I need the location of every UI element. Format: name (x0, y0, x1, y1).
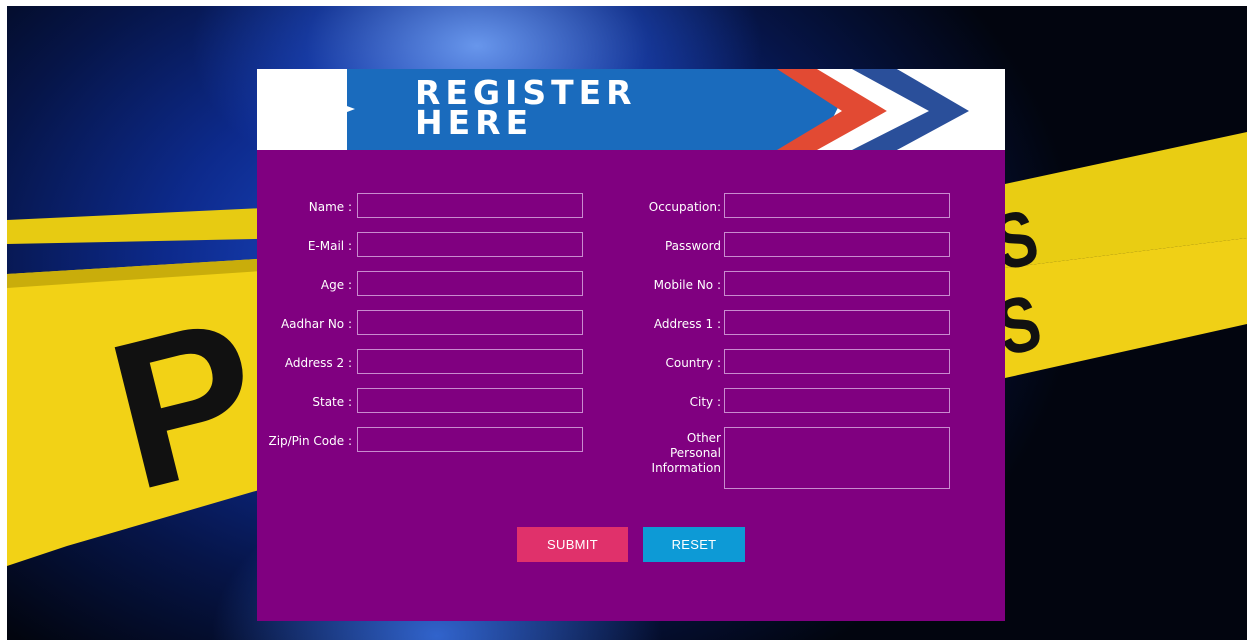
registration-card: REGISTER HERE Name : E-Mail : Age : Aadh… (257, 69, 1005, 621)
name-label: Name : (308, 200, 352, 214)
age-label: Age : (320, 278, 352, 292)
state-input[interactable] (357, 388, 583, 413)
email-input[interactable] (357, 232, 583, 257)
age-input[interactable] (357, 271, 583, 296)
city-label: City : (689, 395, 721, 409)
state-label: State : (312, 395, 352, 409)
country-label: Country : (665, 356, 721, 370)
banner-title-line2: HERE (415, 103, 534, 142)
mobile-input[interactable] (724, 271, 950, 296)
city-input[interactable] (724, 388, 950, 413)
address2-input[interactable] (357, 349, 583, 374)
password-input[interactable] (724, 232, 950, 257)
other-info-textarea[interactable] (724, 427, 950, 489)
occupation-input[interactable] (724, 193, 950, 218)
password-label: Password (664, 239, 721, 253)
country-input[interactable] (724, 349, 950, 374)
aadhar-input[interactable] (357, 310, 583, 335)
other-info-label-line1: Other (686, 431, 721, 445)
zip-input[interactable] (357, 427, 583, 452)
occupation-label: Occupation: (648, 200, 721, 214)
address1-input[interactable] (724, 310, 950, 335)
email-label: E-Mail : (307, 239, 352, 253)
reset-button[interactable]: RESET (643, 527, 745, 562)
submit-button[interactable]: SUBMIT (517, 527, 628, 562)
register-banner: REGISTER HERE (257, 69, 1005, 150)
mobile-label: Mobile No : (653, 278, 721, 292)
name-input[interactable] (357, 193, 583, 218)
other-info-label-line3: Information (651, 461, 721, 475)
other-info-label-line2: Personal (669, 446, 721, 460)
other-info-label: Other Personal Information (597, 431, 721, 476)
banner-title: REGISTER HERE (415, 76, 637, 142)
address2-label: Address 2 : (284, 356, 352, 370)
aadhar-label: Aadhar No : (280, 317, 352, 331)
zip-label: Zip/Pin Code : (268, 434, 352, 448)
address1-label: Address 1 : (653, 317, 721, 331)
